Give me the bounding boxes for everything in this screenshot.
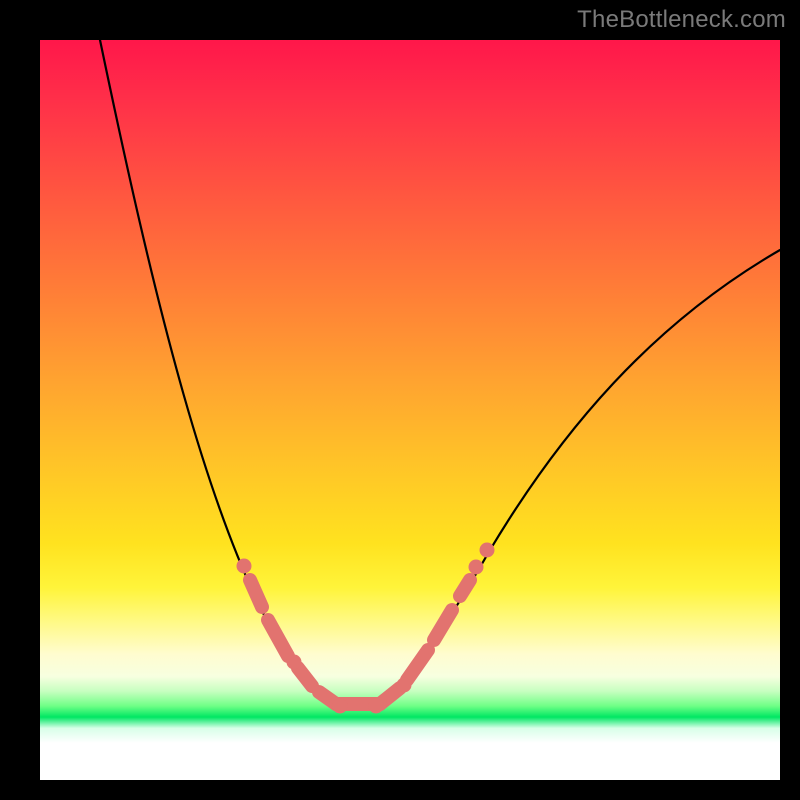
marker-dot xyxy=(237,559,252,574)
marker-dot xyxy=(369,699,384,714)
curve-left-branch xyxy=(100,40,334,704)
outer-frame: TheBottleneck.com xyxy=(0,0,800,800)
marker-dot xyxy=(397,678,412,693)
marker-dot xyxy=(333,699,348,714)
marker-segment xyxy=(407,650,428,680)
marker-segment xyxy=(460,580,470,596)
marker-dot xyxy=(287,655,302,670)
watermark-text: TheBottleneck.com xyxy=(577,6,786,34)
marker-dot xyxy=(480,543,495,558)
marker-segment xyxy=(268,620,288,656)
plot-area xyxy=(40,40,780,780)
marker-dot xyxy=(469,560,484,575)
marker-group xyxy=(237,543,495,714)
marker-segment xyxy=(434,610,452,640)
marker-segment xyxy=(298,668,312,686)
curve-svg xyxy=(40,40,780,780)
marker-segment xyxy=(250,580,262,607)
